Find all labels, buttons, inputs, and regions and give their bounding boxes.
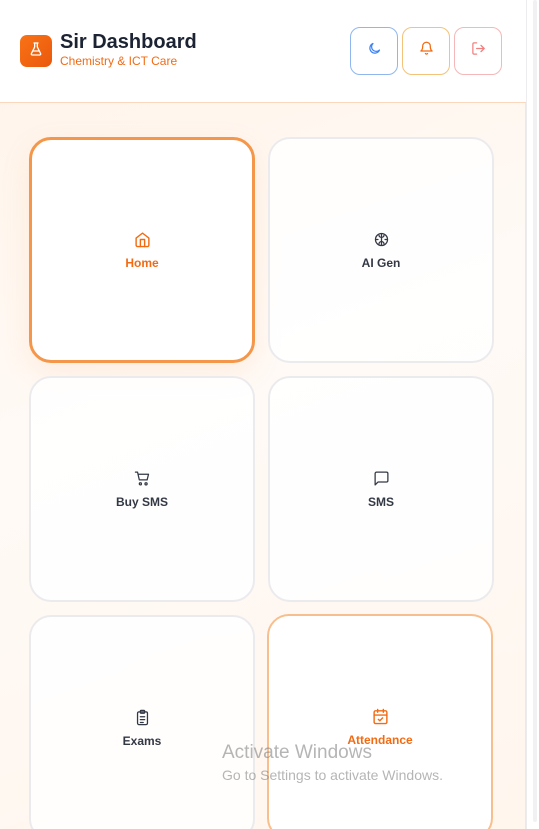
app-title: Sir Dashboard xyxy=(60,31,197,53)
tile-label: Exams xyxy=(122,733,162,748)
tile-sms[interactable]: SMS xyxy=(268,376,494,602)
clipboard-icon xyxy=(134,709,151,726)
tile-home[interactable]: Home xyxy=(29,137,255,363)
notifications-button[interactable] xyxy=(402,27,450,75)
brain-icon xyxy=(373,231,390,248)
home-icon xyxy=(134,231,151,248)
flask-icon xyxy=(28,41,44,62)
tile-label: SMS xyxy=(367,494,394,509)
bell-icon xyxy=(419,41,434,61)
tile-label: Buy SMS xyxy=(115,494,168,509)
app-logo xyxy=(20,35,52,67)
logout-icon xyxy=(471,41,486,61)
message-icon xyxy=(373,470,390,487)
tile-label: Home xyxy=(125,255,159,270)
dashboard-page: Sir Dashboard Chemistry & ICT Care Home … xyxy=(0,0,526,829)
theme-toggle-button[interactable] xyxy=(350,27,398,75)
tile-buy-sms[interactable]: Buy SMS xyxy=(29,376,255,602)
watermark-title: Activate Windows xyxy=(222,742,372,763)
cart-icon xyxy=(134,470,151,487)
watermark-subtitle: Go to Settings to activate Windows. xyxy=(222,767,443,783)
calendar-check-icon xyxy=(372,708,389,725)
tile-exams[interactable]: Exams xyxy=(29,615,255,829)
tile-ai-gen[interactable]: AI Gen xyxy=(268,137,494,363)
app-subtitle: Chemistry & ICT Care xyxy=(60,54,178,68)
tile-label: AI Gen xyxy=(361,255,401,270)
app-header: Sir Dashboard Chemistry & ICT Care xyxy=(0,0,526,103)
activate-windows-watermark: Activate Windows Go to Settings to activ… xyxy=(222,742,443,783)
moon-icon xyxy=(367,41,382,61)
scrollbar-thumb[interactable] xyxy=(533,0,537,822)
tile-attendance[interactable]: Attendance xyxy=(267,614,493,829)
logout-button[interactable] xyxy=(454,27,502,75)
